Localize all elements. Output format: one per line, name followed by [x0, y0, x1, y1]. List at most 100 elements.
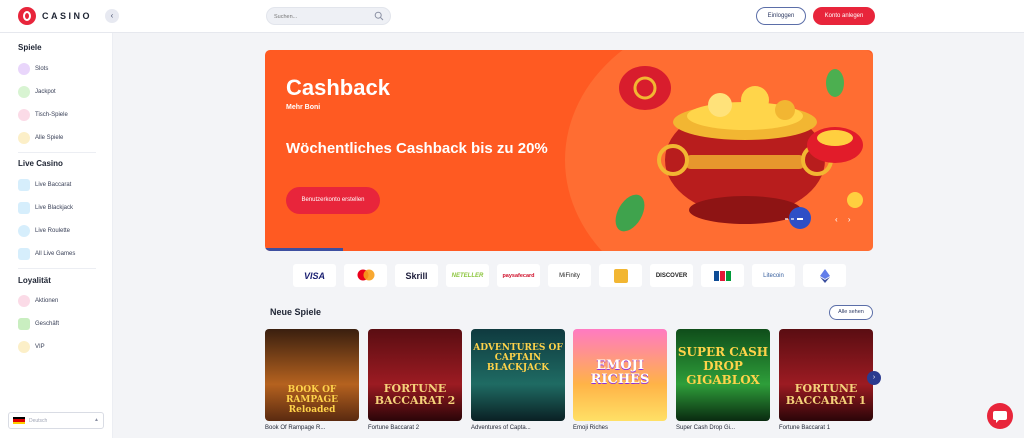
- sidebar-item-all-live-games[interactable]: All Live Games: [18, 247, 75, 261]
- sidebar-item-vip[interactable]: VIP: [18, 340, 45, 354]
- sidebar-item-live-baccarat[interactable]: Live Baccarat: [18, 178, 71, 192]
- treasure-pot-illustration: [615, 66, 863, 232]
- game-art-title: ADVENTURES OF CAPTAIN BLACKJACK: [473, 343, 563, 373]
- sidebar-item-label: Live Baccarat: [35, 182, 72, 188]
- game-label[interactable]: Super Cash Drop Gi...: [676, 425, 735, 431]
- game-art-title: FORTUNE BACCARAT 2: [374, 382, 456, 407]
- all-live-games-icon: [18, 248, 30, 260]
- game-label[interactable]: Fortune Baccarat 2: [368, 425, 419, 431]
- game-art-title: FORTUNE BACCARAT 1: [785, 382, 867, 407]
- skrill-logo: Skrill: [395, 264, 438, 287]
- banner-pagination[interactable]: [785, 218, 803, 220]
- game-art-title: EMOJI RICHES: [590, 358, 650, 387]
- shop-icon: [18, 318, 30, 330]
- sidebar-divider: [18, 152, 96, 153]
- slots-icon: [18, 63, 30, 75]
- sidebar-item-slots[interactable]: Slots: [18, 62, 48, 76]
- jcb-logo: [701, 264, 744, 287]
- sidebar-item-jackpot[interactable]: Jackpot: [18, 85, 56, 99]
- pagination-dot[interactable]: [791, 218, 794, 220]
- sidebar-item-promotions[interactable]: Aktionen: [18, 294, 58, 308]
- logo-text: CASINO: [42, 11, 93, 21]
- paysafecard-logo: paysafecard: [497, 264, 540, 287]
- ethereum-logo: [803, 264, 846, 287]
- mifinity-logo: MiFinity: [548, 264, 591, 287]
- pagination-dot[interactable]: [785, 218, 788, 220]
- chevron-right-icon[interactable]: ›: [867, 371, 881, 385]
- game-art-title: BOOK OF RAMPAGE Reloaded: [285, 385, 339, 415]
- litecoin-logo: Litecoin: [752, 264, 795, 287]
- chat-button[interactable]: [987, 403, 1013, 429]
- banner-progress-bar: [265, 248, 343, 251]
- game-tile-super-cash-drop[interactable]: SUPER CASH DROP GIGABLOX: [676, 329, 770, 421]
- sidebar-section-title: Live Casino: [18, 159, 63, 168]
- german-flag-icon: [13, 416, 25, 425]
- see-all-button[interactable]: Alle sehen: [829, 305, 873, 320]
- banner-subtitle: Mehr Boni: [286, 104, 321, 111]
- banner-title: Cashback: [286, 75, 390, 100]
- game-tile-fortune-baccarat-1[interactable]: FORTUNE BACCARAT 1: [779, 329, 873, 421]
- mastercard-logo: [344, 264, 387, 287]
- visa-logo: VISA: [293, 264, 336, 287]
- live-roulette-icon: [18, 225, 30, 237]
- pagination-dot[interactable]: [797, 218, 803, 220]
- sidebar-item-table-games[interactable]: Tisch-Spiele: [18, 108, 68, 122]
- caret-up-icon: ▲: [94, 417, 99, 423]
- sidebar-item-label: Alle Spiele: [35, 135, 64, 141]
- sidebar-item-label: Live Roulette: [35, 228, 71, 234]
- discover-logo: DISCOVER: [650, 264, 693, 287]
- live-blackjack-icon: [18, 202, 30, 214]
- casino-logo[interactable]: CASINO: [18, 7, 92, 25]
- mastercard-circles-icon: [357, 269, 374, 280]
- bank-icon: [613, 268, 628, 283]
- neteller-logo: NETELLER: [446, 264, 489, 287]
- search-input[interactable]: [274, 11, 369, 22]
- sidebar-item-live-roulette[interactable]: Live Roulette: [18, 224, 70, 238]
- vip-icon: [18, 341, 30, 353]
- search-box[interactable]: [266, 7, 391, 25]
- sidebar-item-shop[interactable]: Geschäft: [18, 317, 59, 331]
- sidebar-item-label: Live Blackjack: [35, 205, 74, 211]
- jackpot-icon: [18, 86, 30, 98]
- bank-logo: [599, 264, 642, 287]
- ethereum-icon: [819, 268, 830, 283]
- game-label[interactable]: Book Of Rampage R...: [265, 425, 325, 431]
- game-tile-book-of-rampage[interactable]: BOOK OF RAMPAGE Reloaded: [265, 329, 359, 421]
- search-icon[interactable]: [374, 11, 384, 21]
- chevron-left-icon[interactable]: ‹: [105, 9, 119, 23]
- language-select[interactable]: Deutsch ▲: [8, 412, 104, 429]
- login-button[interactable]: Einloggen: [756, 7, 806, 25]
- table-games-icon: [18, 109, 30, 121]
- chat-icon: [993, 411, 1007, 423]
- jcb-icon: [714, 270, 731, 281]
- sidebar-section-title: Loyalität: [18, 276, 51, 285]
- live-baccarat-icon: [18, 179, 30, 191]
- sidebar-item-label: Slots: [35, 66, 49, 72]
- sidebar-item-live-blackjack[interactable]: Live Blackjack: [18, 201, 73, 215]
- game-tile-emoji-riches[interactable]: EMOJI RICHES: [573, 329, 667, 421]
- sidebar-item-all-games[interactable]: Alle Spiele: [18, 131, 63, 145]
- language-label: Deutsch: [29, 417, 48, 424]
- game-label[interactable]: Adventures of Capta...: [471, 425, 531, 431]
- banner-headline: Wöchentliches Cashback bis zu 20%: [286, 140, 548, 157]
- create-account-button[interactable]: Benutzerkonto erstellen: [286, 187, 380, 214]
- promo-banner[interactable]: Cashback Mehr Boni Wöchentliches Cashbac…: [265, 50, 873, 251]
- sidebar-item-label: Aktionen: [35, 298, 59, 304]
- sidebar-divider: [18, 268, 96, 269]
- game-label[interactable]: Emoji Riches: [573, 425, 608, 431]
- sidebar: Spiele Slots Jackpot Tisch-Spiele Alle S…: [0, 33, 113, 438]
- all-games-icon: [18, 132, 30, 144]
- payment-methods: VISA Skrill NETELLER paysafecard MiFinit…: [293, 264, 846, 287]
- game-label[interactable]: Fortune Baccarat 1: [779, 425, 830, 431]
- sidebar-section-title: Spiele: [18, 43, 42, 52]
- new-games-title: Neue Spiele: [270, 307, 322, 317]
- game-art-title: SUPER CASH DROP GIGABLOX: [677, 345, 769, 387]
- logo-mark-icon: [18, 7, 36, 25]
- game-tile-fortune-baccarat-2[interactable]: FORTUNE BACCARAT 2: [368, 329, 462, 421]
- sidebar-item-label: Geschäft: [35, 321, 60, 327]
- register-button[interactable]: Konto anlegen: [813, 7, 875, 25]
- banner-arrows[interactable]: ‹ ›: [835, 215, 855, 224]
- game-tile-adventures-of-captain-blackjack[interactable]: ADVENTURES OF CAPTAIN BLACKJACK: [471, 329, 565, 421]
- sidebar-item-label: Jackpot: [35, 89, 56, 95]
- top-header: CASINO ‹ Einloggen Konto anlegen: [0, 0, 1024, 33]
